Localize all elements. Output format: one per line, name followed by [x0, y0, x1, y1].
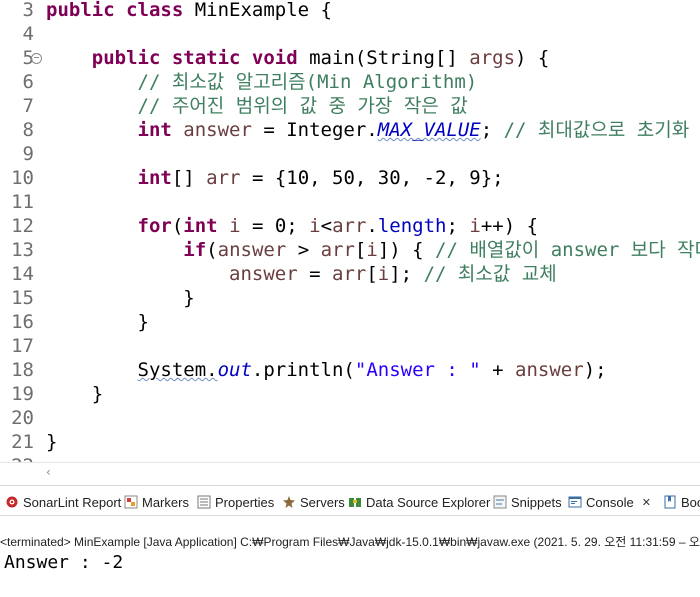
code-line-8: int answer = Integer.MAX_VALUE; // 최대값으로…: [137, 119, 690, 141]
tab-divider: [0, 515, 700, 516]
horizontal-scrollbar[interactable]: ‹: [0, 462, 700, 483]
code-line-5: public static void main(String[] args) {: [91, 47, 550, 69]
tab-data-source-explorer[interactable]: Data Source Explorer: [348, 492, 490, 512]
code-editor[interactable]: 3 4 5 − 6 7 8 9 10 11 12 13 14 15 16 17 …: [0, 0, 700, 462]
code-line-21: }: [46, 431, 58, 453]
code-line-13: if(answer > arr[i]) { // 배열값이 answer 보다 …: [183, 239, 700, 261]
tab-label: Console: [586, 494, 634, 510]
line-number: 16: [11, 311, 34, 333]
fold-toggle-icon[interactable]: −: [31, 53, 42, 64]
view-tab-bar: SonarLint Report Markers Properties Serv…: [0, 485, 700, 516]
tab-console[interactable]: Console ✕: [568, 492, 651, 512]
line-number: 3: [22, 0, 34, 21]
sonarlint-icon: [6, 496, 18, 508]
code-line-10: int[] arr = {10, 50, 30, -2, 9};: [137, 167, 504, 189]
snippets-icon: [493, 495, 507, 509]
line-number: 11: [11, 191, 34, 213]
bookmarks-icon: [664, 495, 676, 509]
tab-properties[interactable]: Properties: [197, 492, 274, 512]
code-line-6: // 최소값 알고리즘(Min Algorithm): [137, 71, 478, 93]
code-line-7: // 주어진 범위의 값 중 가장 작은 값: [137, 95, 468, 117]
data-source-icon: [349, 498, 361, 507]
code-line-15: }: [183, 287, 195, 309]
line-number: 5: [22, 47, 34, 69]
code-line-19: }: [91, 383, 104, 405]
tab-bookmarks[interactable]: Boo: [663, 492, 700, 512]
servers-icon: [283, 496, 295, 508]
tab-sonarlint-report[interactable]: SonarLint Report: [5, 492, 121, 512]
tab-servers[interactable]: Servers: [282, 492, 345, 512]
line-number: 19: [11, 383, 34, 405]
line-number: 9: [22, 143, 34, 165]
tab-label: Data Source Explorer: [366, 494, 491, 510]
tab-snippets[interactable]: Snippets: [493, 492, 562, 512]
line-number: 8: [22, 119, 34, 141]
line-number: 15: [11, 287, 34, 309]
console-process-header: <terminated> MinExample [Java Applicatio…: [0, 535, 700, 549]
line-number: 13: [11, 239, 34, 261]
line-number: 14: [11, 263, 34, 285]
tab-label: Properties: [215, 494, 275, 510]
line-number: 7: [22, 95, 34, 117]
line-number: 20: [11, 407, 34, 429]
code-line-3: public class MinExample {: [46, 0, 332, 21]
console-icon: [568, 496, 582, 508]
scroll-left-icon[interactable]: ‹: [46, 465, 51, 479]
code-line-18: System.out.println("Answer : " + answer)…: [137, 359, 607, 381]
markers-icon: [124, 495, 138, 509]
code-line-16: }: [137, 311, 149, 333]
close-icon[interactable]: ✕: [642, 496, 651, 509]
line-number: 10: [11, 167, 34, 189]
tab-label: SonarLint Report: [23, 494, 122, 510]
line-number: 17: [11, 335, 34, 357]
code-line-12: for(int i = 0; i<arr.length; i++) {: [137, 215, 539, 237]
properties-icon: [197, 495, 211, 509]
line-number: 18: [11, 359, 34, 381]
line-number: 4: [22, 23, 34, 45]
tab-label: Markers: [142, 494, 189, 510]
line-number: 6: [22, 71, 34, 93]
code-line-14: answer = arr[i]; // 최소값 교체: [229, 263, 557, 285]
line-number: 21: [11, 431, 34, 453]
tab-label: Snippets: [511, 494, 562, 510]
tab-label: Servers: [300, 494, 345, 510]
tab-markers[interactable]: Markers: [124, 492, 189, 512]
line-number: 22: [0, 454, 34, 462]
line-number: 12: [11, 215, 34, 237]
tab-label: Boo: [681, 494, 700, 510]
console-output[interactable]: Answer : -2: [4, 552, 123, 573]
